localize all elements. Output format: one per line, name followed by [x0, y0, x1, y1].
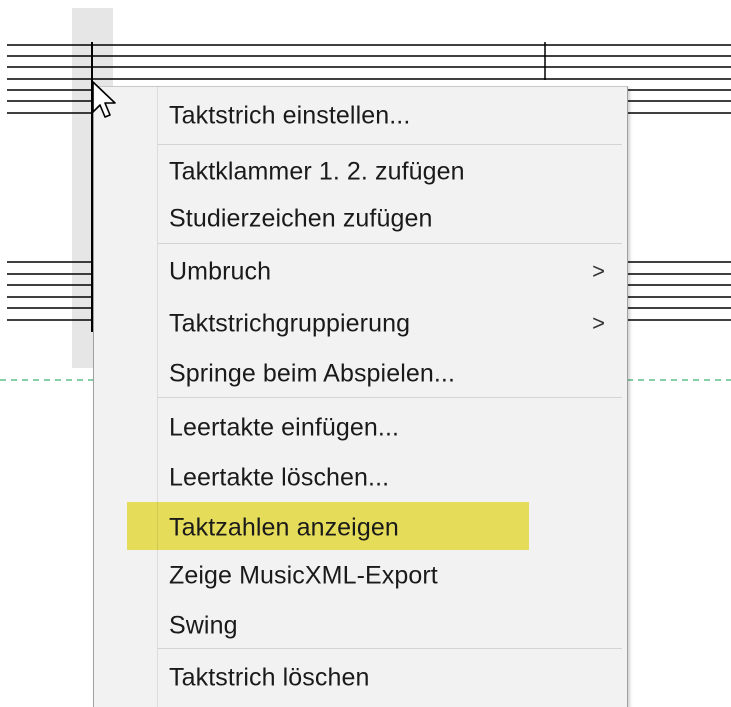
menu-item-label: Zeige MusicXML-Export: [169, 561, 438, 590]
menu-item-taktstrichgruppierung[interactable]: Taktstrichgruppierung >: [94, 299, 627, 349]
chevron-right-icon: >: [592, 258, 605, 284]
menu-item-taktklammer-zufuegen[interactable]: Taktklammer 1. 2. zufügen: [94, 147, 627, 197]
menu-item-springe-beim-abspielen[interactable]: Springe beim Abspielen...: [94, 349, 627, 399]
menu-item-zeige-musicxml-export[interactable]: Zeige MusicXML-Export: [94, 551, 627, 601]
menu-item-label: Taktklammer 1. 2. zufügen: [169, 157, 465, 186]
menu-item-label: Leertakte einfügen...: [169, 413, 400, 442]
menu-separator: [158, 243, 622, 244]
menu-item-leertakte-loeschen[interactable]: Leertakte löschen...: [94, 453, 627, 503]
menu-item-label: Taktzahlen anzeigen: [169, 513, 399, 542]
menu-item-studierzeichen-zufuegen[interactable]: Studierzeichen zufügen: [94, 194, 627, 244]
menu-item-leertakte-einfuegen[interactable]: Leertakte einfügen...: [94, 403, 627, 453]
menu-separator: [158, 144, 622, 145]
menu-item-label: Taktstrichgruppierung: [169, 309, 411, 338]
menu-item-label: Taktstrich löschen: [169, 663, 370, 692]
menu-separator: [158, 648, 622, 649]
menu-item-label: Taktstrich einstellen...: [169, 101, 411, 130]
context-menu: Taktstrich einstellen... Taktklammer 1. …: [93, 86, 628, 707]
menu-item-label: Springe beim Abspielen...: [169, 359, 456, 388]
mouse-cursor-icon: [92, 81, 116, 118]
menu-item-swing[interactable]: Swing: [94, 601, 627, 651]
menu-item-label: Swing: [169, 611, 238, 640]
menu-item-taktstrich-loeschen[interactable]: Taktstrich löschen: [94, 653, 627, 703]
menu-item-label: Leertakte löschen...: [169, 463, 390, 492]
menu-item-taktstrich-einstellen[interactable]: Taktstrich einstellen...: [94, 91, 627, 141]
chevron-right-icon: >: [592, 310, 605, 336]
menu-item-label: Studierzeichen zufügen: [169, 204, 433, 233]
menu-item-umbruch[interactable]: Umbruch >: [94, 247, 627, 297]
menu-separator: [158, 397, 622, 398]
menu-item-label: Umbruch: [169, 257, 272, 286]
